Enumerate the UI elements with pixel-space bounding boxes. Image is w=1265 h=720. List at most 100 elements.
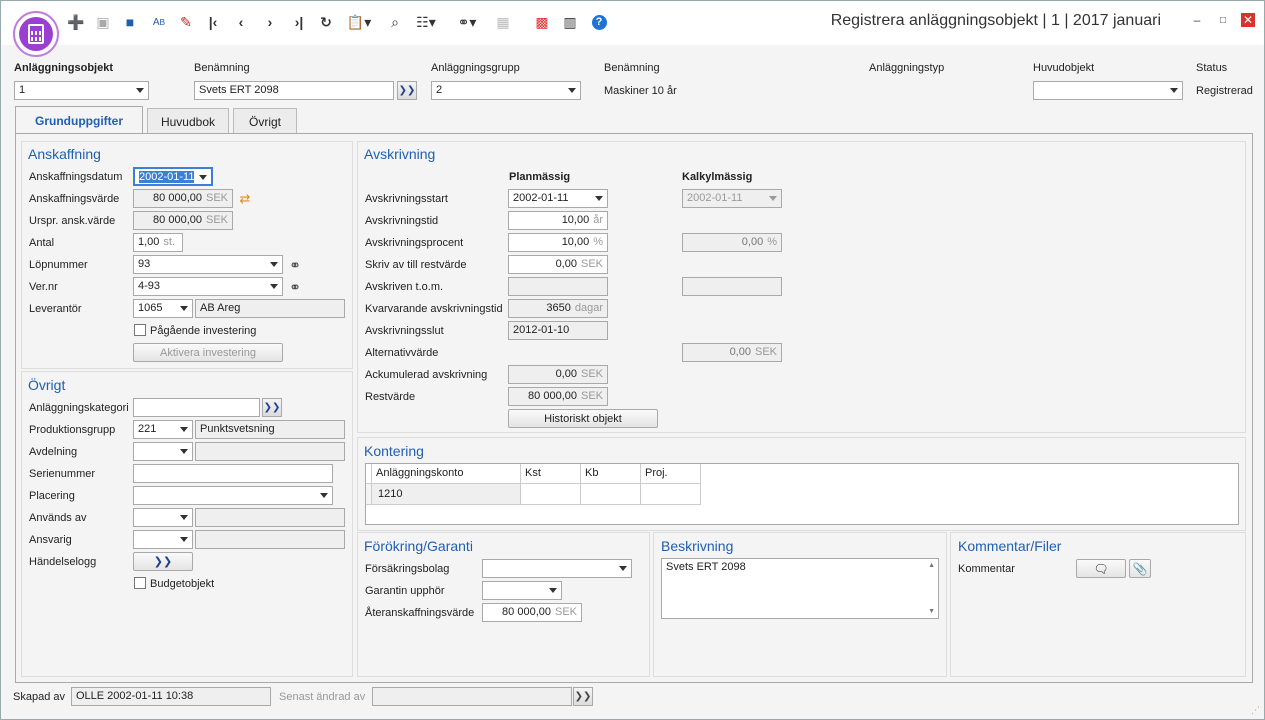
handelselogg-button[interactable]: ❯❯ [133,552,193,571]
kategori-goto-button[interactable]: ❯❯ [262,398,282,417]
serienummer-input[interactable] [133,464,333,483]
first-record-icon[interactable]: |‹ [204,12,222,32]
acquisition-date-input[interactable]: 2002-01-11 [133,167,213,186]
skapad-value: OLLE 2002-01-11 10:38 [71,687,271,706]
ansvarig-select[interactable] [133,530,193,549]
restvarde-target-input[interactable]: 0,00 SEK [508,255,608,274]
alternativ-label: Alternativvärde [365,347,439,359]
placering-select[interactable] [133,486,333,505]
aktivera-button[interactable]: Aktivera investering [133,343,283,362]
alternativ-kalk-value: 0,00 SEK [682,343,782,362]
resize-grip-icon[interactable]: ⋰ [1251,705,1260,716]
eraser-icon[interactable]: ✎ [177,12,195,32]
handelselogg-label: Händelselogg [29,556,97,568]
swap-icon[interactable]: ⇄ [237,191,253,207]
serienummer-label: Serienummer [29,468,96,480]
comment-button[interactable]: 🗨 [1076,559,1126,578]
ackumulerad-plan-value: 0,00 SEK [508,365,608,384]
name-goto-button[interactable]: ❯❯ [397,81,417,100]
beskrivning-textarea[interactable]: Svets ERT 2098 ▲ ▼ [661,558,939,619]
budget-checkbox[interactable] [134,577,146,589]
close-button[interactable]: ✕ [1241,13,1255,27]
column-header[interactable]: Kb [581,464,641,484]
avdelning-select[interactable] [133,442,193,461]
tom-plan-value [508,277,608,296]
scroll-up-icon[interactable]: ▲ [928,562,935,569]
group-select[interactable]: 2 [431,81,581,100]
anvands-av-name [195,508,345,527]
beskrivning-title: Beskrivning [661,538,734,554]
columns-icon[interactable]: ☷▾ [412,12,440,32]
leverantor-select[interactable]: 1065 [133,299,193,318]
refresh-icon[interactable]: ↻ [317,12,335,32]
table-cell[interactable] [521,484,581,505]
start-kalk-select[interactable]: 2002-01-11 [682,189,782,208]
ateranskaffning-input[interactable]: 80 000,00 SEK [482,603,582,622]
date-label: Anskaffningsdatum [29,171,123,183]
avdelning-name [195,442,345,461]
attach-button[interactable]: 📎 [1129,559,1151,578]
forsakringsbolag-select[interactable] [482,559,632,578]
avskrivning-title: Avskrivning [364,146,436,162]
acquisition-value: 80 000,00 SEK [133,189,233,208]
garanti-select[interactable] [482,581,562,600]
table-cell[interactable] [581,484,641,505]
speech-bubble-icon: 🗨 [1093,561,1109,576]
tab-ovrigt[interactable]: Övrigt [233,108,297,134]
search-icon[interactable]: ⌕ [386,12,404,32]
save-icon[interactable]: ■ [121,12,139,32]
app-window: ➕ ▣ ■ AB ✎ |‹ ‹ › ›| ↻ 📋▾ ⌕ ☷▾ ⚭▾ ▦ ▩ ▥ … [0,0,1265,720]
kategori-label: Anläggningskategori [29,402,129,414]
value-label: Anskaffningsvärde [29,193,120,205]
avdelning-label: Avdelning [29,446,78,458]
spellcheck-icon[interactable]: AB [149,12,169,32]
tid-plan-input[interactable]: 10,00 år [508,211,608,230]
name-label: Benämning [194,62,250,74]
procent-plan-input[interactable]: 10,00% [508,233,608,252]
chain-link-icon[interactable]: ⚭ [287,257,303,273]
anskaffning-title: Anskaffning [28,146,101,162]
scroll-down-icon[interactable]: ▼ [928,608,935,615]
new-icon[interactable]: ➕ [67,12,85,32]
tab-huvudbok[interactable]: Huvudbok [147,108,229,134]
delete-icon[interactable]: ▣ [94,12,112,32]
budget-label: Budgetobjekt [150,578,215,590]
last-record-icon[interactable]: ›| [290,12,308,32]
minimize-button[interactable]: – [1190,13,1204,27]
table-cell[interactable]: 1210 [372,484,521,505]
name-input[interactable]: Svets ERT 2098 [194,81,394,100]
main-object-select[interactable] [1033,81,1183,100]
tid-label: Avskrivningstid [365,215,439,227]
chain-link-icon[interactable]: ⚭ [287,279,303,295]
table-cell[interactable] [641,484,701,505]
split-view-icon[interactable]: ▥ [561,12,579,32]
link-icon[interactable]: ⚭▾ [453,12,481,32]
column-header[interactable]: Proj. [641,464,701,484]
next-record-icon[interactable]: › [261,12,279,32]
object-label: Anläggningsobjekt [14,62,113,74]
procent-kalk-input: 0,00% [682,233,782,252]
pagaende-checkbox[interactable] [134,324,146,336]
anvands-av-select[interactable] [133,508,193,527]
andrad-label: Senast ändrad av [279,691,366,703]
main-object-label: Huvudobjekt [1033,62,1095,74]
andrad-goto-button[interactable]: ❯❯ [573,687,593,706]
vernr-select[interactable]: 4-93 [133,277,283,296]
historiskt-objekt-button[interactable]: Historiskt objekt [508,409,658,428]
clipboard-icon[interactable]: 📋▾ [345,12,373,32]
colors-icon[interactable]: ▩ [533,12,551,32]
tom-label: Avskriven t.o.m. [365,281,444,293]
lopnummer-select[interactable]: 93 [133,255,283,274]
kategori-input[interactable] [133,398,260,417]
tab-grunduppgifter[interactable]: Grunduppgifter [15,106,143,134]
column-header[interactable]: Kst [521,464,581,484]
column-header[interactable]: Anläggningskonto [372,464,521,484]
table-icon[interactable]: ▦ [494,12,512,32]
antal-input[interactable]: 1,00 st. [133,233,183,252]
object-select[interactable]: 1 [14,81,149,100]
maximize-button[interactable]: □ [1216,13,1230,27]
forsakring-title: Förökring/Garanti [364,538,473,554]
produktionsgrupp-select[interactable]: 221 [133,420,193,439]
start-plan-select[interactable]: 2002-01-11 [508,189,608,208]
prev-record-icon[interactable]: ‹ [232,12,250,32]
